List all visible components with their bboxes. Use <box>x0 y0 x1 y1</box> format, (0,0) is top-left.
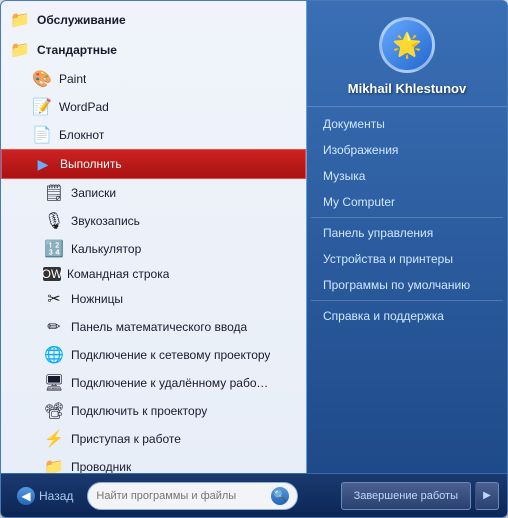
shutdown-arrow-button[interactable]: ▶ <box>475 482 499 510</box>
right-item-controlpanel[interactable]: Панель управления <box>307 220 507 246</box>
sidebar-item-label: Приступая к работе <box>71 432 181 446</box>
easyconn-icon: ⚡ <box>43 428 65 450</box>
divider <box>311 217 503 218</box>
bottom-bar: ◀ Назад 🔍 Завершение работы ▶ <box>1 473 507 517</box>
search-box: 🔍 <box>87 482 298 510</box>
sidebar-item-label: Калькулятор <box>71 242 141 256</box>
right-item-label: Изображения <box>323 143 398 157</box>
sidebar-item-calc[interactable]: 🔢 Калькулятор <box>1 235 306 263</box>
folder-icon: 📁 <box>9 9 31 31</box>
right-item-label: Устройства и принтеры <box>323 252 453 266</box>
search-input[interactable] <box>96 490 267 502</box>
sidebar-item-scissors[interactable]: ✂ Ножницы <box>1 285 306 313</box>
right-panel: 🌟 Mikhail Khlestunov Документы Изображен… <box>306 1 507 473</box>
sidebar-item-label: WordPad <box>59 100 109 114</box>
folder-icon: 📁 <box>9 39 31 61</box>
shutdown-label: Завершение работы <box>354 490 458 502</box>
back-label[interactable]: Назад <box>39 489 73 503</box>
sidebar-item-label: Звукозапись <box>71 214 140 228</box>
sidebar-item-label: Ножницы <box>71 292 123 306</box>
sidebar-item-label: Записки <box>71 186 116 200</box>
start-menu: 📁 Обслуживание 📁 Стандартные 🎨 Paint 📝 W… <box>0 0 508 518</box>
sidebar-item-label: Обслуживание <box>37 13 126 27</box>
right-item-label: Документы <box>323 117 385 131</box>
sidebar-item-math[interactable]: ✏ Панель математического ввода <box>1 313 306 341</box>
right-item-devices[interactable]: Устройства и принтеры <box>307 246 507 272</box>
right-item-music[interactable]: Музыка <box>307 163 507 189</box>
calc-icon: 🔢 <box>43 238 65 260</box>
remote-icon: 🖥 <box>43 372 65 394</box>
sidebar-item-easyconn[interactable]: ⚡ Приступая к работе <box>1 425 306 453</box>
right-item-label: Панель управления <box>323 226 433 240</box>
explorer-icon: 📁 <box>43 456 65 473</box>
right-menu-items: Документы Изображения Музыка My Computer… <box>307 107 507 465</box>
sidebar-item-notes[interactable]: 🗒 Записки <box>1 179 306 207</box>
wordpad-icon: 📝 <box>31 96 53 118</box>
sidebar-item-label: Проводник <box>71 460 131 473</box>
recorder-icon: 🎙 <box>43 210 65 232</box>
username-label: Mikhail Khlestunov <box>348 81 466 96</box>
back-arrow-button[interactable]: ◀ <box>17 487 35 505</box>
sidebar-item-label: Подключение к удалённому рабочему сто… <box>71 376 271 390</box>
sidebar-item-wordpad[interactable]: 📝 WordPad <box>1 93 306 121</box>
right-item-label: Справка и поддержка <box>323 309 444 323</box>
right-bottom: Завершение работы ▶ <box>306 482 507 510</box>
right-item-label: My Computer <box>323 195 395 209</box>
user-avatar: 🌟 <box>379 17 435 73</box>
right-item-label: Программы по умолчанию <box>323 278 470 292</box>
notepad-icon: 📄 <box>31 124 53 146</box>
left-bottom: ◀ Назад 🔍 <box>1 482 306 510</box>
right-item-images[interactable]: Изображения <box>307 137 507 163</box>
sidebar-item-notepad[interactable]: 📄 Блокнот <box>1 121 306 149</box>
sidebar-item-projector[interactable]: 📽 Подключить к проектору <box>1 397 306 425</box>
sidebar-item-label: Стандартные <box>37 43 117 57</box>
right-item-defaults[interactable]: Программы по умолчанию <box>307 272 507 298</box>
right-item-label: Музыка <box>323 169 365 183</box>
sidebar-item-paint[interactable]: 🎨 Paint <box>1 65 306 93</box>
sidebar-item-label: Подключить к проектору <box>71 404 207 418</box>
left-panel-content: 📁 Обслуживание 📁 Стандартные 🎨 Paint 📝 W… <box>1 1 306 473</box>
network-icon: 🌐 <box>43 344 65 366</box>
sidebar-item-explorer[interactable]: 📁 Проводник <box>1 453 306 473</box>
sidebar-item-standard[interactable]: 📁 Стандартные <box>1 35 306 65</box>
sidebar-item-label: Командная строка <box>67 267 169 281</box>
left-panel: 📁 Обслуживание 📁 Стандартные 🎨 Paint 📝 W… <box>1 1 306 473</box>
sidebar-item-network[interactable]: 🌐 Подключение к сетевому проектору <box>1 341 306 369</box>
menu-body: 📁 Обслуживание 📁 Стандартные 🎨 Paint 📝 W… <box>1 1 507 473</box>
back-section: ◀ Назад <box>9 487 81 505</box>
right-item-help[interactable]: Справка и поддержка <box>307 303 507 329</box>
shutdown-arrow-icon: ▶ <box>483 490 491 501</box>
sidebar-item-label: Блокнот <box>59 128 104 142</box>
paint-icon: 🎨 <box>31 68 53 90</box>
run-icon: ▶ <box>32 153 54 175</box>
sidebar-item-cmd[interactable]: OW Командная строка <box>1 263 306 285</box>
right-item-mycomputer[interactable]: My Computer <box>307 189 507 215</box>
sidebar-item-recorder[interactable]: 🎙 Звукозапись <box>1 207 306 235</box>
shutdown-button[interactable]: Завершение работы <box>341 482 471 510</box>
search-icon: 🔍 <box>273 489 287 502</box>
math-icon: ✏ <box>43 316 65 338</box>
search-icon-button[interactable]: 🔍 <box>271 487 289 505</box>
divider <box>311 300 503 301</box>
right-item-documents[interactable]: Документы <box>307 111 507 137</box>
projector-icon: 📽 <box>43 400 65 422</box>
sidebar-item-label: Paint <box>59 72 86 86</box>
sidebar-item-service[interactable]: 📁 Обслуживание <box>1 5 306 35</box>
avatar-icon: 🌟 <box>392 31 422 60</box>
sidebar-item-run[interactable]: ▶ Выполнить <box>1 149 306 179</box>
scissors-icon: ✂ <box>43 288 65 310</box>
sidebar-item-label: Выполнить <box>60 157 122 171</box>
notes-icon: 🗒 <box>43 182 65 204</box>
sidebar-item-remote[interactable]: 🖥 Подключение к удалённому рабочему сто… <box>1 369 306 397</box>
sidebar-item-label: Панель математического ввода <box>71 320 247 334</box>
user-icon-area: 🌟 <box>307 9 507 77</box>
sidebar-item-label: Подключение к сетевому проектору <box>71 348 270 362</box>
cmd-icon: OW <box>43 267 61 281</box>
